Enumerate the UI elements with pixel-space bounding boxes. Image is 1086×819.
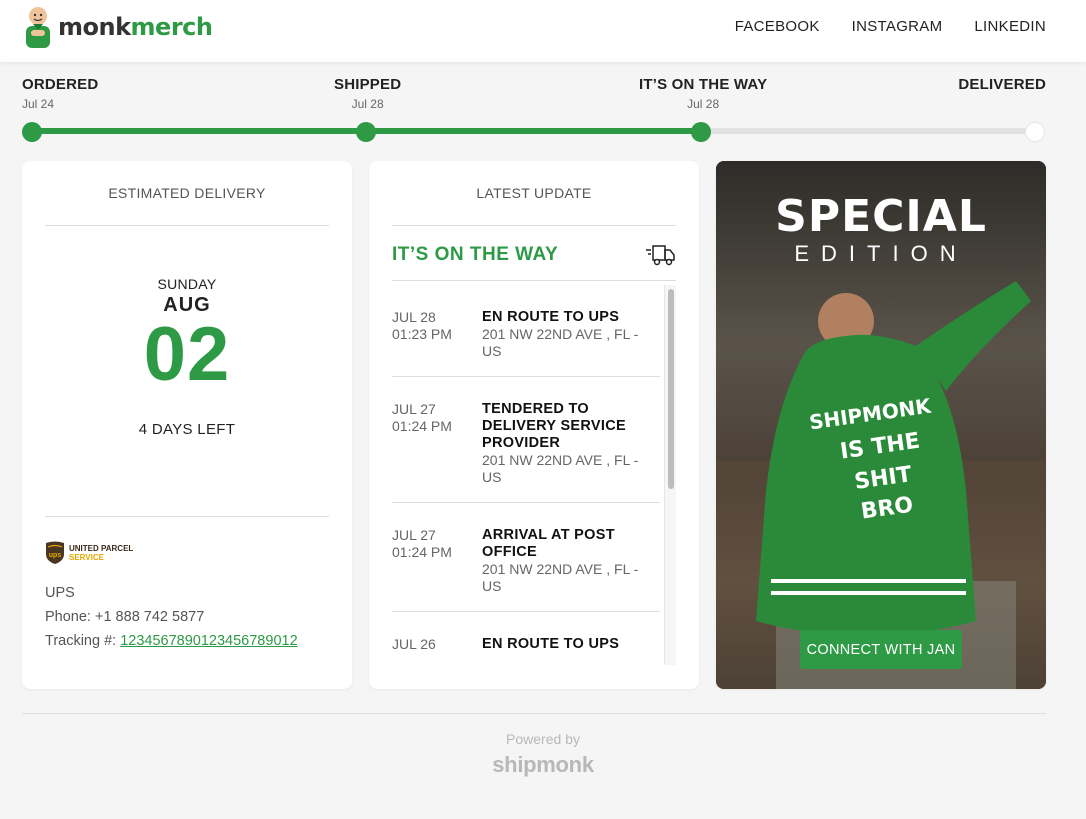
delivery-weekday: SUNDAY [157, 276, 217, 292]
divider [45, 225, 329, 226]
event-time: 01:23 PM [392, 326, 452, 342]
step-name: ORDERED [22, 76, 99, 93]
promo-title: SPECIAL [775, 191, 987, 242]
event-what: EN ROUTE TO UPS [482, 636, 660, 653]
ups-wordmark: UNITED PARCEL SERVICE [69, 544, 133, 562]
event-date: JUL 28 [392, 309, 436, 325]
card-title: ESTIMATED DELIVERY [108, 185, 266, 201]
progress-dot-shipped [356, 122, 376, 142]
scrollbar-thumb[interactable] [668, 289, 674, 489]
phone-label: Phone: [45, 609, 91, 625]
shipmonk-logo[interactable]: shipmonk [0, 752, 1086, 778]
event-date: JUL 27 [392, 401, 436, 417]
step-shipped: SHIPPED Jul 28 [334, 76, 401, 111]
event-when: JUL 28 01:23 PM [392, 309, 482, 360]
ups-line2: SERVICE [69, 553, 104, 562]
event-title: TENDERED TO DELIVERY SERVICE PROVIDER [482, 401, 626, 451]
delivery-truck-icon [646, 245, 675, 266]
event-what: TENDERED TO DELIVERY SERVICE PROVIDER 201… [482, 401, 660, 486]
list-item: JUL 26 EN ROUTE TO UPS [392, 612, 660, 665]
brand-wordmark: monkmerch [58, 13, 213, 41]
step-name: DELIVERED [958, 76, 1046, 93]
nav-linkedin[interactable]: LINKEDIN [974, 18, 1046, 35]
current-status: IT’S ON THE WAY [392, 244, 559, 265]
list-item: JUL 27 01:24 PM ARRIVAL AT POST OFFICE 201… [392, 503, 660, 612]
divider [392, 225, 676, 226]
tracking-label: Tracking #: [45, 633, 117, 649]
step-date: Jul 28 [687, 97, 720, 111]
event-title: ARRIVAL AT POST OFFICE [482, 527, 615, 560]
tracking-link[interactable]: 12345678901234567890​12 [120, 633, 297, 649]
ups-line1: UNITED PARCEL [69, 544, 134, 553]
carrier-phone: Phone: +1 888 742 5877 [45, 609, 352, 625]
powered-by: Powered by [506, 731, 580, 747]
promo-subtitle: EDITION [794, 241, 968, 266]
carrier-name: UPS [45, 585, 75, 601]
promo-card: SHIPMONK IS THE SHIT BRO SPECIAL EDITION… [716, 161, 1046, 689]
footer-divider [22, 713, 1046, 714]
step-date: Jul 28 [351, 97, 384, 111]
event-when: JUL 27 01:24 PM [392, 527, 482, 595]
event-when: JUL 26 [392, 636, 482, 653]
events-scrollbar[interactable] [664, 285, 676, 665]
event-date: JUL 26 [392, 636, 436, 652]
step-on-the-way: IT’S ON THE WAY Jul 28 [639, 76, 767, 111]
ups-shield-icon: ups [46, 541, 64, 564]
progress-track [32, 128, 1036, 134]
estimated-delivery-card: ESTIMATED DELIVERY SUNDAY AUG 02 4 DAYS … [22, 161, 352, 689]
carrier-info: UPS Phone: +1 888 742 5877 Tracking #: 1… [45, 585, 352, 649]
event-when: JUL 27 01:24 PM [392, 401, 482, 486]
brand-part1: monk [58, 13, 131, 41]
event-title: EN ROUTE TO UPS [482, 309, 620, 325]
latest-update-card: LATEST UPDATE IT’S ON THE WAY JUL 28 01:2… [369, 161, 699, 689]
step-ordered: ORDERED Jul 24 [22, 76, 98, 111]
social-nav: FACEBOOK INSTAGRAM LINKEDIN [735, 18, 1046, 35]
event-date: JUL 27 [392, 527, 436, 543]
progress-dot-ordered [22, 122, 42, 142]
step-date: Jul 24 [22, 97, 55, 111]
brand-part2: merch [130, 13, 213, 41]
nav-facebook[interactable]: FACEBOOK [735, 18, 820, 35]
brand-logo[interactable]: monkmerch [22, 4, 213, 50]
ups-logo: ups UNITED PARCEL SERVICE [45, 541, 352, 565]
divider [45, 516, 329, 517]
events-list[interactable]: JUL 28 01:23 PM EN ROUTE TO UPS 201 NW 22N… [392, 285, 676, 665]
tracking-row: Tracking #: 12345678901234567890​12 [45, 633, 352, 649]
site-header: monkmerch FACEBOOK INSTAGRAM LINKEDIN [0, 0, 1086, 62]
connect-button[interactable]: CONNECT WITH JAN [800, 630, 962, 669]
event-time: 01:24 PM [392, 544, 452, 560]
divider [392, 280, 676, 281]
nav-instagram[interactable]: INSTAGRAM [852, 18, 943, 35]
event-location: 201 NW 22ND AVE , FL - US [482, 452, 639, 485]
event-time: 01:24 PM [392, 418, 452, 434]
svg-text:ups: ups [49, 552, 62, 559]
progress-dot-delivered [1025, 122, 1045, 142]
event-what: ARRIVAL AT POST OFFICE 201 NW 22ND AVE , … [482, 527, 660, 595]
event-title: EN ROUTE TO UPS [482, 636, 620, 652]
monk-mascot-icon [26, 7, 50, 48]
status-row: IT’S ON THE WAY [392, 242, 676, 268]
shipment-progress: ORDERED Jul 24 SHIPPED Jul 28 IT’S ON TH… [22, 76, 1046, 146]
step-delivered: DELIVERED [958, 76, 1046, 97]
step-name: IT’S ON THE WAY [639, 76, 768, 93]
step-name: SHIPPED [334, 76, 402, 93]
delivery-day: 02 [143, 312, 231, 397]
list-item: JUL 28 01:23 PM EN ROUTE TO UPS 201 NW 22N… [392, 285, 660, 377]
days-left: 4 DAYS LEFT [138, 421, 236, 438]
event-location: 201 NW 22ND AVE , FL - US [482, 326, 639, 359]
phone-value: +1 888 742 5877 [95, 609, 205, 625]
progress-dot-on-the-way [691, 122, 711, 142]
event-location: 201 NW 22ND AVE , FL - US [482, 561, 639, 594]
card-title: LATEST UPDATE [476, 185, 592, 201]
list-item: JUL 27 01:24 PM TENDERED TO DELIVERY SERV… [392, 377, 660, 503]
event-what: EN ROUTE TO UPS 201 NW 22ND AVE , FL - US [482, 309, 660, 360]
